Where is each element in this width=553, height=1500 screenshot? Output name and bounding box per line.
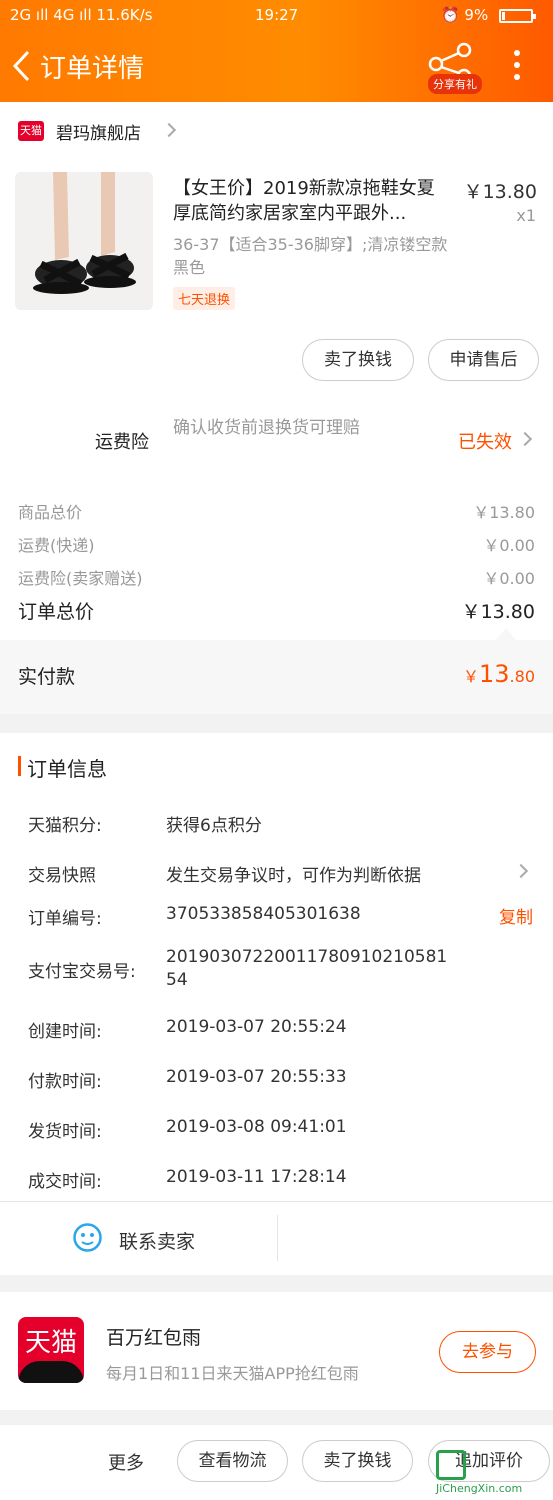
copy-order-number-button[interactable]: 复制 <box>499 903 533 928</box>
info-key-paid-time: 付款时间: <box>28 1072 102 1092</box>
join-promo-button[interactable]: 去参与 <box>439 1331 536 1373</box>
tmall-app-logo: 天猫 <box>18 1317 84 1383</box>
tmall-cat-face <box>18 1361 84 1383</box>
fee-label-goods: 商品总价 <box>18 503 83 522</box>
shipping-insurance-desc: 确认收货前退换货可理赔 <box>173 418 360 438</box>
info-key-points: 天猫积分: <box>28 816 102 836</box>
info-key-order-number: 订单编号: <box>28 909 102 929</box>
info-value-paid-time: 2019-03-07 20:55:33 <box>166 1067 347 1087</box>
paid-pointer <box>496 628 516 640</box>
info-key-alipay-number: 支付宝交易号: <box>28 962 136 982</box>
more-actions-button[interactable]: 更多 <box>108 1449 144 1475</box>
fee-value-insurance: ￥0.00 <box>483 569 535 588</box>
fee-label-insurance: 运费险(卖家赠送) <box>18 569 143 588</box>
view-logistics-button[interactable]: 查看物流 <box>177 1440 288 1482</box>
shipping-insurance-status[interactable]: 已失效 <box>458 428 512 454</box>
promo-description: 每月1日和11日来天猫APP抢红包雨 <box>106 1364 359 1383</box>
sell-resale-button[interactable]: 卖了换钱 <box>302 339 414 381</box>
slipper-product-image <box>15 172 153 310</box>
shipping-insurance-label: 运费险 <box>95 432 149 453</box>
info-value-snapshot[interactable]: 发生交易争议时，可作为判断依据 <box>166 861 421 886</box>
info-key-snapshot[interactable]: 交易快照 <box>28 861 96 886</box>
paid-decimal: .80 <box>509 667 535 686</box>
tmall-badge: 天猫 <box>18 121 44 141</box>
info-key-deal-time: 成交时间: <box>28 1172 102 1192</box>
product-price: ￥13.80 <box>463 181 537 203</box>
tmall-logo-text: 天猫 <box>24 1328 77 1358</box>
share-reward-badge[interactable]: 分享有礼 <box>428 74 482 94</box>
info-value-created: 2019-03-07 20:55:24 <box>166 1017 347 1037</box>
info-value-points: 获得6点积分 <box>166 816 262 836</box>
order-total-label: 订单总价 <box>18 601 95 623</box>
more-menu-icon[interactable] <box>512 50 522 80</box>
paid-currency: ￥ <box>462 667 479 686</box>
product-image[interactable] <box>15 172 153 310</box>
seven-day-return-tag: 七天退换 <box>173 287 236 310</box>
fee-label-shipping: 运费(快递) <box>18 536 95 555</box>
info-value-order-number: 370533858405301638 <box>166 904 361 924</box>
page-title: 订单详情 <box>40 54 145 84</box>
contact-divider <box>277 1215 278 1261</box>
signal-network-status: 2G ıll 4G ıll 11.6K/s <box>10 6 153 24</box>
info-value-shipped-time: 2019-03-08 09:41:01 <box>166 1117 347 1137</box>
paid-amount: ￥13.80 <box>463 660 535 688</box>
order-total-value: ￥13.80 <box>461 601 535 623</box>
fee-value-goods: ￥13.80 <box>473 503 535 522</box>
promo-title: 百万红包雨 <box>106 1327 202 1349</box>
clock: 19:27 <box>255 6 299 24</box>
product-sku: 36-37【适合35-36脚穿】;清凉镂空款黑色 <box>173 235 448 277</box>
info-key-shipped-time: 发货时间: <box>28 1122 102 1142</box>
apply-aftersale-button[interactable]: 申请售后 <box>428 339 539 381</box>
watermark-logo <box>436 1450 466 1480</box>
status-bar: 2G ıll 4G ıll 11.6K/s 19:27 ⏰ 9% <box>0 0 553 30</box>
info-value-deal-time: 2019-03-11 17:28:14 <box>166 1167 347 1187</box>
info-value-alipay-number: 2019030722001178091021058154 <box>166 947 448 990</box>
app-header: 2G ıll 4G ıll 11.6K/s 19:27 ⏰ 9% 订单详情 分享… <box>0 0 553 102</box>
site-watermark: JiChengXin.com <box>436 1450 551 1496</box>
battery-percent: 9% <box>464 6 489 24</box>
chat-face-icon[interactable] <box>72 1222 103 1253</box>
product-title[interactable]: 【女王价】2019新款凉拖鞋女夏厚底简约家居家室内平跟外... <box>173 176 451 226</box>
watermark-text: JiChengXin.com <box>436 1482 523 1495</box>
section-accent-bar <box>18 756 21 776</box>
battery-status: ⏰ 9% <box>440 6 536 24</box>
info-key-created: 创建时间: <box>28 1022 102 1042</box>
battery-icon <box>499 8 536 23</box>
store-name[interactable]: 碧玛旗舰店 <box>56 119 141 144</box>
back-arrow-icon[interactable] <box>10 48 38 84</box>
product-quantity: x1 <box>516 206 536 225</box>
paid-label: 实付款 <box>18 666 76 688</box>
fee-value-shipping: ￥0.00 <box>483 536 535 555</box>
contact-seller-button[interactable]: 联系卖家 <box>119 1227 195 1254</box>
alarm-icon: ⏰ <box>440 6 460 24</box>
paid-integer: 13 <box>479 660 510 688</box>
order-info-title: 订单信息 <box>27 757 107 781</box>
bottom-sell-resale-button[interactable]: 卖了换钱 <box>302 1440 413 1482</box>
